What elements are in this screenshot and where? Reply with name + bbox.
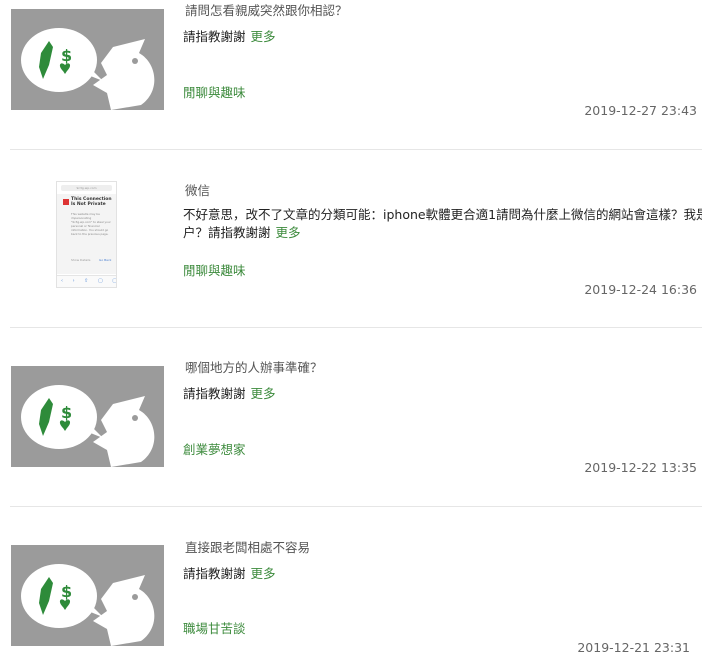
post-feed: $ 請問怎看親威突然跟你相認？ 請指教謝謝 更多 閒聊與趣味 2019-12-27…: [0, 0, 702, 662]
post-divider: [10, 149, 702, 150]
excerpt-text: 請指教謝謝: [183, 29, 246, 44]
more-link[interactable]: 更多: [251, 566, 276, 581]
taiwan-money-logo-icon: $: [11, 545, 164, 646]
post-category-link[interactable]: 閒聊與趣味: [183, 82, 246, 101]
post-date: 2019-12-21 23:31: [577, 640, 690, 655]
screenshot-heading: This Connection Is Not Private: [71, 197, 112, 207]
post-title[interactable]: 直接跟老闆相處不容易: [185, 537, 310, 556]
post-divider: [10, 327, 702, 328]
more-link[interactable]: 更多: [251, 29, 276, 44]
post-date: 2019-12-27 23:43: [584, 103, 697, 118]
svg-text:$: $: [61, 46, 72, 65]
svg-text:$: $: [61, 403, 72, 422]
post-excerpt: 請指教謝謝 更多: [183, 385, 276, 403]
excerpt-text: 户？請指教謝謝: [183, 225, 271, 240]
screenshot-text: This website may be impersonating "9c3g.…: [71, 212, 111, 236]
excerpt-text: 不好意思，改不了文章的分類可能：iphone軟體更合適1請問為什麼上微信的網站會…: [183, 207, 702, 222]
post-excerpt: 不好意思，改不了文章的分類可能：iphone軟體更合適1請問為什麼上微信的網站會…: [183, 206, 702, 242]
post-title[interactable]: 請問怎看親威突然跟你相認？: [185, 0, 348, 19]
post-excerpt: 請指教謝謝 更多: [183, 28, 276, 46]
post-excerpt: 請指教謝謝 更多: [183, 565, 276, 583]
post-date: 2019-12-24 16:36: [584, 282, 697, 297]
post-title[interactable]: 哪個地方的人辦事準確？: [185, 357, 323, 376]
post-thumbnail[interactable]: 9c3g.wp.com This Connection Is Not Priva…: [56, 181, 117, 288]
warning-icon: [63, 199, 69, 205]
show-details-text: Show Details: [71, 258, 91, 262]
excerpt-text: 請指教謝謝: [183, 386, 246, 401]
address-bar: 9c3g.wp.com: [61, 185, 112, 191]
post-divider: [10, 506, 702, 507]
post-category-link[interactable]: 閒聊與趣味: [183, 260, 246, 279]
post-category-link[interactable]: 創業夢想家: [183, 439, 246, 458]
post-title[interactable]: 微信: [185, 180, 210, 199]
browser-toolbar-icon: ‹ › ⇧ ▢ ▢: [57, 275, 116, 287]
post-category-link[interactable]: 職場甘苦談: [183, 618, 246, 637]
post-thumbnail[interactable]: $: [11, 366, 164, 467]
post-thumbnail[interactable]: $: [11, 545, 164, 646]
go-back-text: Go Back: [99, 258, 112, 262]
more-link[interactable]: 更多: [251, 386, 276, 401]
svg-text:$: $: [61, 582, 72, 601]
taiwan-money-logo-icon: $: [11, 9, 164, 110]
excerpt-text: 請指教謝謝: [183, 566, 246, 581]
post-thumbnail[interactable]: $: [11, 9, 164, 110]
post-date: 2019-12-22 13:35: [584, 460, 697, 475]
more-link[interactable]: 更多: [276, 225, 301, 240]
taiwan-money-logo-icon: $: [11, 366, 164, 467]
